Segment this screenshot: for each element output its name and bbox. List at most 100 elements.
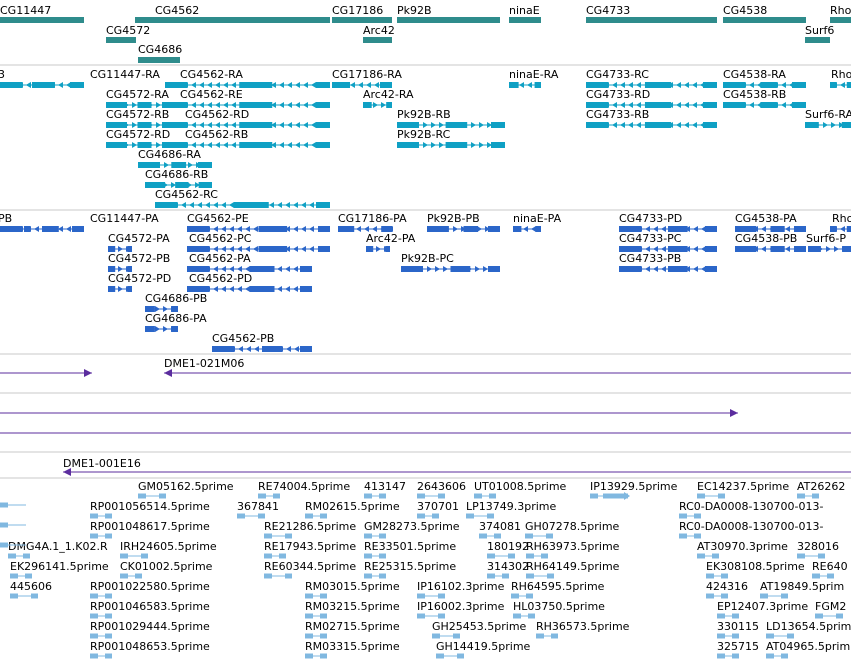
- protein-block[interactable]: [258, 246, 288, 252]
- est-block[interactable]: [487, 553, 495, 559]
- est-block[interactable]: [273, 493, 280, 499]
- est-block[interactable]: [732, 613, 739, 619]
- exon-block[interactable]: [332, 82, 350, 88]
- gene-bar[interactable]: [397, 17, 500, 23]
- est-block[interactable]: [717, 653, 725, 659]
- est-block[interactable]: [732, 653, 739, 659]
- protein-block[interactable]: [619, 266, 641, 272]
- protein-block[interactable]: [735, 246, 757, 252]
- est-block[interactable]: [320, 633, 327, 639]
- est-block[interactable]: [417, 513, 425, 519]
- est-block[interactable]: [508, 553, 515, 559]
- exon-block[interactable]: [703, 122, 717, 128]
- est-block[interactable]: [797, 493, 805, 499]
- gene-bar[interactable]: [509, 17, 541, 23]
- protein-block[interactable]: [794, 246, 806, 252]
- est-block[interactable]: [453, 633, 460, 639]
- est-block[interactable]: [474, 493, 482, 499]
- exon-block[interactable]: [106, 142, 127, 148]
- protein-block[interactable]: [513, 226, 522, 232]
- est-block[interactable]: [438, 593, 445, 599]
- protein-block[interactable]: [535, 226, 541, 232]
- exon-block[interactable]: [703, 102, 717, 108]
- protein-block[interactable]: [72, 226, 84, 232]
- est-block[interactable]: [766, 633, 774, 639]
- exon-block[interactable]: [644, 122, 672, 128]
- est-block[interactable]: [258, 513, 265, 519]
- protein-block[interactable]: [705, 226, 717, 232]
- est-block[interactable]: [526, 573, 534, 579]
- est-block[interactable]: [712, 553, 719, 559]
- protein-block[interactable]: [258, 226, 288, 232]
- est-block[interactable]: [31, 593, 38, 599]
- est-block[interactable]: [590, 493, 598, 499]
- est-block[interactable]: [320, 653, 327, 659]
- est-block[interactable]: [90, 513, 98, 519]
- est-block[interactable]: [120, 573, 128, 579]
- exon-block[interactable]: [363, 102, 372, 108]
- protein-block[interactable]: [770, 246, 785, 252]
- est-block[interactable]: [90, 593, 98, 599]
- exon-block[interactable]: [760, 102, 777, 108]
- est-block[interactable]: [364, 573, 372, 579]
- est-block[interactable]: [717, 613, 725, 619]
- gene-bar[interactable]: [805, 37, 830, 43]
- est-block[interactable]: [487, 513, 494, 519]
- est-block[interactable]: [364, 533, 372, 539]
- gene-bar[interactable]: [138, 57, 180, 63]
- est-block[interactable]: [141, 553, 148, 559]
- protein-block[interactable]: [830, 226, 837, 232]
- est-block[interactable]: [264, 573, 272, 579]
- protein-block[interactable]: [463, 226, 479, 232]
- est-block[interactable]: [781, 593, 788, 599]
- est-block[interactable]: [528, 613, 535, 619]
- gene-bar[interactable]: [106, 37, 136, 43]
- est-block[interactable]: [536, 633, 544, 639]
- est-block[interactable]: [285, 533, 292, 539]
- protein-block[interactable]: [450, 266, 471, 272]
- est-block[interactable]: [487, 573, 495, 579]
- est-block[interactable]: [526, 553, 534, 559]
- protein-block[interactable]: [427, 226, 449, 232]
- est-block[interactable]: [797, 553, 805, 559]
- est-block[interactable]: [818, 553, 825, 559]
- est-block[interactable]: [494, 533, 501, 539]
- est-block[interactable]: [135, 573, 142, 579]
- exon-block[interactable]: [155, 202, 177, 208]
- est-block[interactable]: [417, 493, 425, 499]
- protein-block[interactable]: [249, 286, 275, 292]
- exon-block[interactable]: [830, 82, 837, 88]
- est-block[interactable]: [159, 493, 166, 499]
- est-block[interactable]: [120, 553, 128, 559]
- protein-block[interactable]: [401, 266, 423, 272]
- protein-block[interactable]: [262, 346, 282, 352]
- protein-block[interactable]: [705, 266, 717, 272]
- gene-bar[interactable]: [0, 17, 84, 23]
- est-block[interactable]: [511, 593, 519, 599]
- exon-block[interactable]: [70, 82, 84, 88]
- protein-block[interactable]: [318, 226, 330, 232]
- est-block[interactable]: [305, 633, 313, 639]
- gene-bar[interactable]: [586, 17, 717, 23]
- est-block[interactable]: [90, 633, 98, 639]
- est-block[interactable]: [0, 542, 8, 548]
- gene-bar[interactable]: [723, 17, 806, 23]
- est-block[interactable]: [526, 593, 533, 599]
- est-block[interactable]: [551, 633, 558, 639]
- exon-block[interactable]: [846, 82, 851, 88]
- est-block[interactable]: [438, 613, 445, 619]
- est-block[interactable]: [541, 553, 548, 559]
- est-block[interactable]: [812, 573, 820, 579]
- protein-block[interactable]: [488, 226, 500, 232]
- gene-bar[interactable]: [363, 37, 392, 43]
- exon-block[interactable]: [445, 142, 468, 148]
- est-block[interactable]: [364, 493, 372, 499]
- est-block[interactable]: [438, 493, 445, 499]
- est-block[interactable]: [694, 513, 701, 519]
- est-block[interactable]: [258, 493, 266, 499]
- exon-block[interactable]: [386, 102, 392, 108]
- est-block[interactable]: [10, 573, 18, 579]
- protein-block[interactable]: [300, 266, 312, 272]
- est-block[interactable]: [721, 593, 728, 599]
- est-block[interactable]: [697, 493, 705, 499]
